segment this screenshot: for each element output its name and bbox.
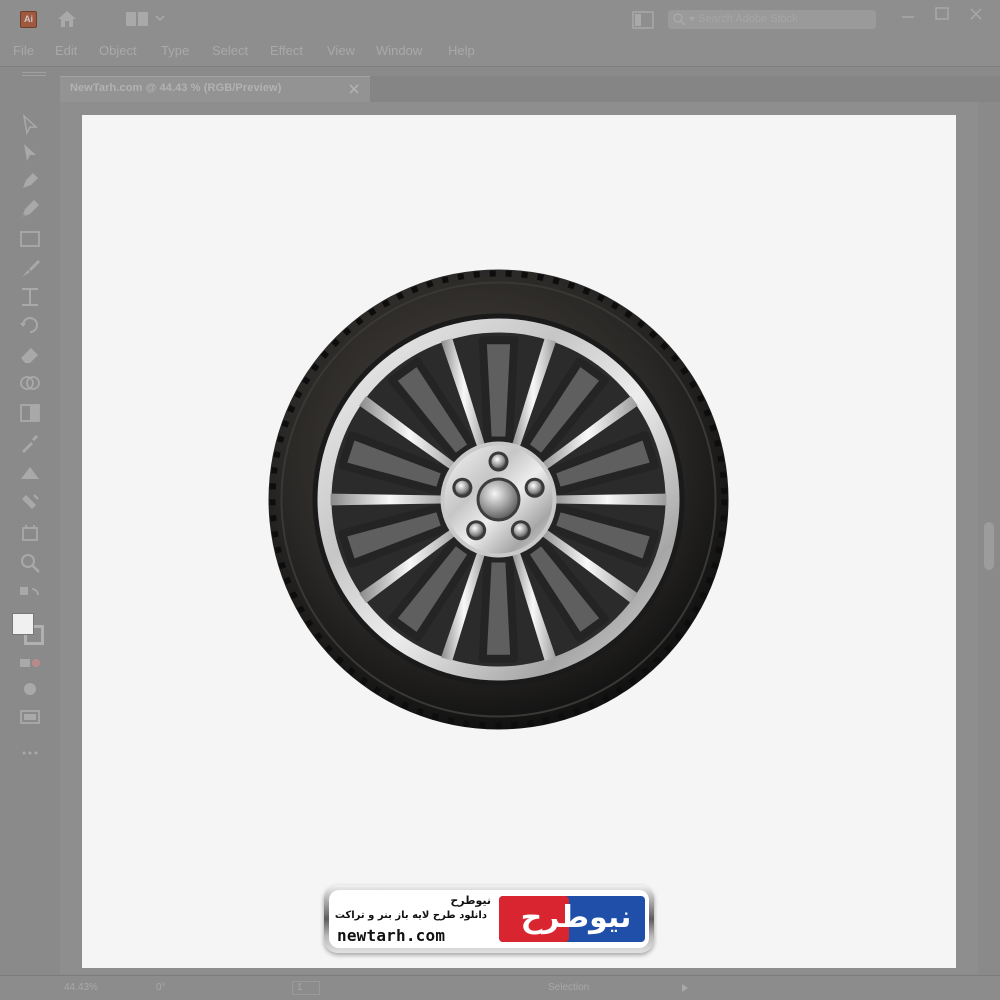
zoom-tool-icon[interactable]: [18, 551, 42, 575]
chevron-down-icon: [689, 17, 695, 21]
rectangle-tool-icon[interactable]: [18, 227, 42, 251]
eraser-tool-icon[interactable]: [18, 343, 42, 367]
current-tool-status: Selection: [548, 982, 590, 993]
search-input[interactable]: [698, 11, 870, 27]
minimize-icon[interactable]: [900, 9, 916, 25]
search-icon: [673, 13, 686, 26]
menu-effect[interactable]: Effect: [270, 43, 303, 58]
paintbrush-tool-icon[interactable]: [18, 257, 42, 281]
watermark-subtitle: دانلود طرح لایه باز بنر و تراکت: [334, 910, 487, 921]
artboard-navigation[interactable]: 1: [292, 981, 320, 995]
title-bar: Ai: [0, 0, 1000, 38]
home-icon[interactable]: [56, 9, 78, 29]
close-icon[interactable]: [347, 82, 361, 96]
screen-mode-icon[interactable]: [18, 705, 42, 729]
more-tools-icon[interactable]: [18, 741, 42, 765]
toolbar-grip-handle[interactable]: [22, 72, 46, 76]
watermark-url: newtarh.com: [337, 926, 446, 945]
gradient-tool-icon[interactable]: [18, 401, 42, 425]
lug-nut: [527, 480, 542, 495]
direct-selection-tool-icon[interactable]: [18, 141, 42, 165]
lug-nut: [513, 523, 528, 538]
rim-pocket: [478, 554, 519, 663]
eyedropper-tool-icon[interactable]: [18, 431, 42, 455]
watermark-badge-body: نیوطرح نیوطرح دانلود طرح لایه باز بنر و …: [329, 890, 649, 948]
lug-nut: [455, 480, 470, 495]
rim-spoke: [330, 493, 449, 506]
fill-color-swatch[interactable]: [12, 613, 34, 635]
rim-spoke: [548, 493, 667, 506]
shape-builder-tool-icon[interactable]: [18, 371, 42, 395]
tools-panel: [8, 105, 54, 975]
rotation-view[interactable]: 0°: [156, 982, 166, 993]
symbol-sprayer-tool-icon[interactable]: [18, 491, 42, 515]
maximize-icon[interactable]: [934, 6, 950, 22]
zoom-level[interactable]: 44.43%: [64, 982, 98, 993]
menu-help[interactable]: Help: [448, 43, 475, 58]
menu-view[interactable]: View: [327, 43, 355, 58]
swap-colors-icon[interactable]: [18, 583, 42, 607]
arrange-documents-icon[interactable]: [632, 11, 654, 29]
menu-window[interactable]: Window: [376, 43, 422, 58]
brand-logo-text: نیوطرح: [520, 900, 632, 935]
document-tab-bar: NewTarh.com @ 44.43 % (RGB/Preview): [60, 76, 1000, 102]
play-arrow-icon[interactable]: [680, 983, 690, 993]
status-bar: 44.43% 0° 1 Selection: [0, 975, 1000, 1000]
lug-nut: [469, 523, 484, 538]
lug-nut: [491, 454, 506, 469]
color-mode-icon[interactable]: [18, 651, 42, 675]
curvature-tool-icon[interactable]: [18, 197, 42, 221]
close-icon[interactable]: [968, 6, 984, 22]
menu-bar: File Edit Object Type Select Effect View…: [0, 38, 1000, 66]
stock-search-box[interactable]: [668, 10, 876, 29]
document-tab-title: NewTarh.com @ 44.43 % (RGB/Preview): [70, 82, 282, 94]
artboard-tool-icon[interactable]: [18, 521, 42, 545]
pen-tool-icon[interactable]: [18, 169, 42, 193]
menu-object[interactable]: Object: [99, 43, 137, 58]
watermark-badge: نیوطرح نیوطرح دانلود طرح لایه باز بنر و …: [324, 885, 654, 953]
chevron-down-icon[interactable]: [154, 13, 166, 23]
rim-pocket: [478, 336, 519, 445]
vertical-scrollbar[interactable]: [978, 102, 1000, 974]
rotate-tool-icon[interactable]: [18, 313, 42, 337]
menu-file[interactable]: File: [13, 43, 34, 58]
menu-type[interactable]: Type: [161, 43, 189, 58]
document-tab[interactable]: NewTarh.com @ 44.43 % (RGB/Preview): [60, 76, 370, 102]
control-bar: [0, 66, 1000, 76]
selection-tool-icon[interactable]: [18, 113, 42, 137]
scrollbar-thumb[interactable]: [984, 522, 994, 570]
menu-edit[interactable]: Edit: [55, 43, 77, 58]
draw-mode-icon[interactable]: [18, 677, 42, 701]
blend-tool-icon[interactable]: [18, 461, 42, 485]
workspace-switcher-icon[interactable]: [126, 12, 148, 26]
width-tool-icon[interactable]: [18, 285, 42, 309]
menu-select[interactable]: Select: [212, 43, 248, 58]
car-wheel-artwork[interactable]: [267, 268, 730, 731]
watermark-title: نیوطرح: [450, 894, 491, 907]
app-logo-icon: Ai: [20, 11, 37, 28]
